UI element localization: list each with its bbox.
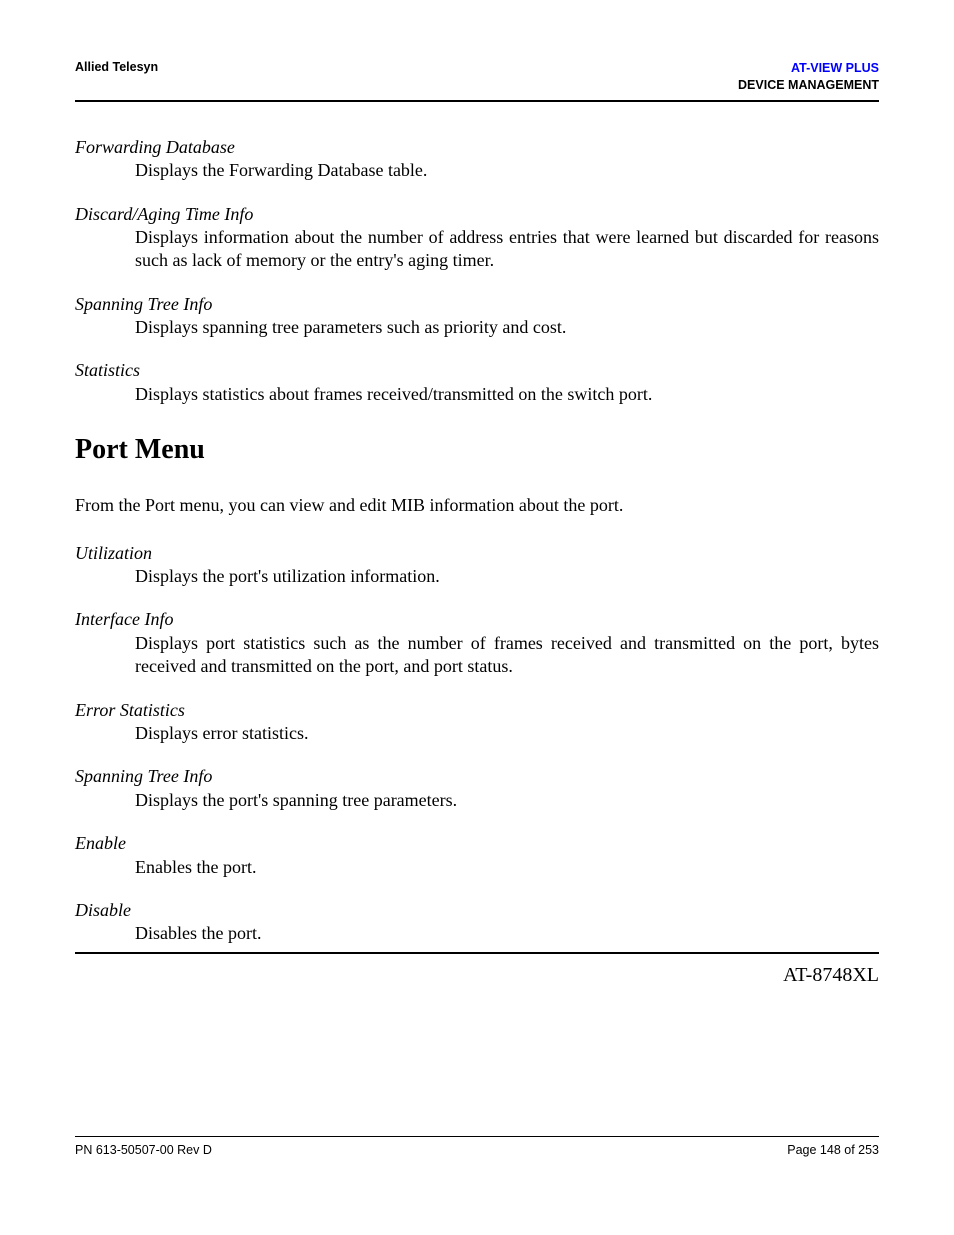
definition-term: Discard/Aging Time Info: [75, 203, 879, 226]
header-title: AT-VIEW PLUS: [791, 61, 879, 75]
footer-page-number: Page 148 of 253: [787, 1143, 879, 1157]
definition-term: Forwarding Database: [75, 136, 879, 159]
definition-item: Error Statistics Displays error statisti…: [75, 699, 879, 746]
definition-item: Discard/Aging Time Info Displays informa…: [75, 203, 879, 273]
header-left: Allied Telesyn: [75, 60, 158, 74]
header-right: AT-VIEW PLUS DEVICE MANAGEMENT: [738, 60, 879, 94]
definition-term: Statistics: [75, 359, 879, 382]
footer-part-number: PN 613-50507-00 Rev D: [75, 1143, 212, 1157]
definition-term: Disable: [75, 899, 879, 922]
definition-desc: Displays statistics about frames receive…: [135, 383, 879, 406]
definition-item: Disable Disables the port.: [75, 899, 879, 946]
definition-desc: Displays the Forwarding Database table.: [135, 159, 879, 182]
definition-item: Utilization Displays the port's utilizat…: [75, 542, 879, 589]
definition-desc: Displays the port's utilization informat…: [135, 565, 879, 588]
definition-desc: Displays error statistics.: [135, 722, 879, 745]
definition-desc: Displays information about the number of…: [135, 226, 879, 273]
definition-item: Spanning Tree Info Displays spanning tre…: [75, 293, 879, 340]
definition-item: Statistics Displays statistics about fra…: [75, 359, 879, 406]
definition-term: Interface Info: [75, 608, 879, 631]
definition-desc: Displays port statistics such as the num…: [135, 632, 879, 679]
header-subtitle: DEVICE MANAGEMENT: [738, 78, 879, 92]
definition-item: Interface Info Displays port statistics …: [75, 608, 879, 678]
definition-desc: Displays the port's spanning tree parame…: [135, 789, 879, 812]
section-intro: From the Port menu, you can view and edi…: [75, 494, 879, 517]
section-separator: [75, 952, 879, 954]
definition-term: Utilization: [75, 542, 879, 565]
definition-term: Enable: [75, 832, 879, 855]
definition-desc: Disables the port.: [135, 922, 879, 945]
section-heading-port-menu: Port Menu: [75, 434, 879, 466]
definition-item: Forwarding Database Displays the Forward…: [75, 136, 879, 183]
definition-item: Enable Enables the port.: [75, 832, 879, 879]
page-header: Allied Telesyn AT-VIEW PLUS DEVICE MANAG…: [75, 60, 879, 102]
definition-item: Spanning Tree Info Displays the port's s…: [75, 765, 879, 812]
definition-term: Spanning Tree Info: [75, 765, 879, 788]
definition-desc: Enables the port.: [135, 856, 879, 879]
device-model-label: AT-8748XL: [75, 964, 879, 987]
definition-term: Error Statistics: [75, 699, 879, 722]
definition-term: Spanning Tree Info: [75, 293, 879, 316]
page-footer: PN 613-50507-00 Rev D Page 148 of 253: [75, 1136, 879, 1157]
definition-desc: Displays spanning tree parameters such a…: [135, 316, 879, 339]
